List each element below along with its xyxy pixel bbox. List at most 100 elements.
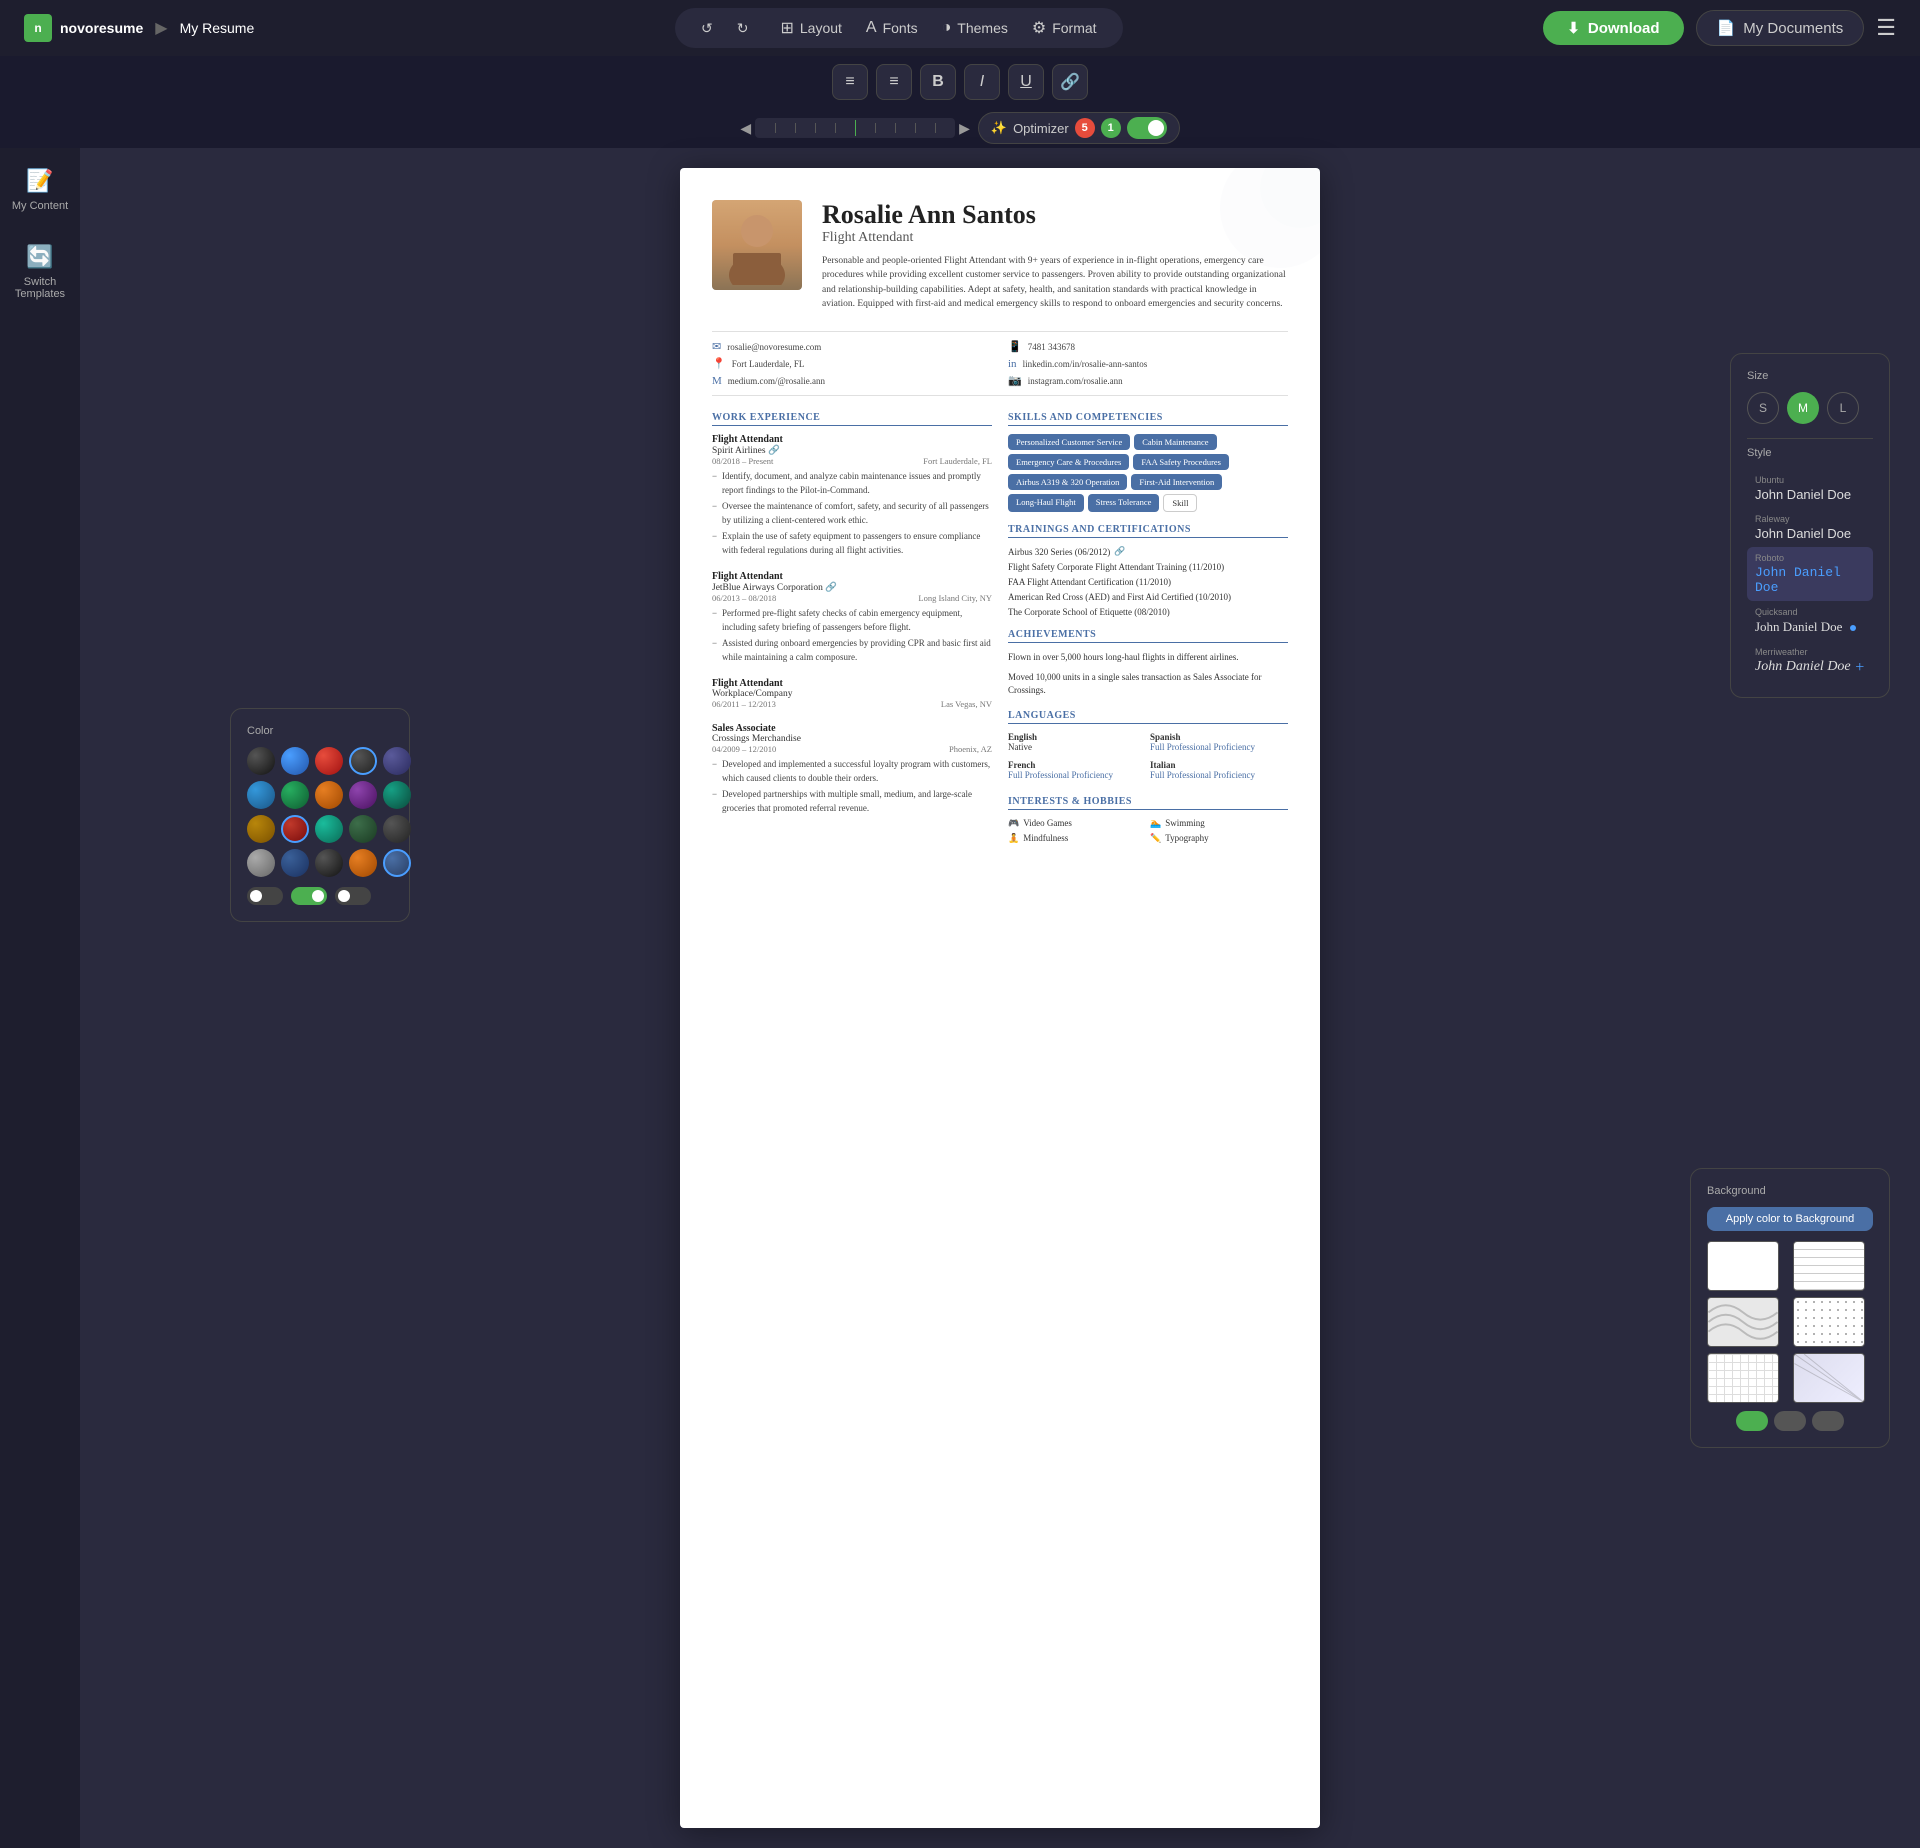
interests-grid: 🎮 Video Games 🏊 Swimming 🧘 Mindfulness <box>1008 818 1288 844</box>
color-swatch-17[interactable] <box>281 849 309 877</box>
color-swatch-3[interactable] <box>315 747 343 775</box>
font-ubuntu[interactable]: Ubuntu John Daniel Doe <box>1747 469 1873 508</box>
bullet-item: Performed pre-flight safety checks of ca… <box>712 607 992 634</box>
color-swatch-13[interactable] <box>315 815 343 843</box>
align-left-button[interactable]: ≡ <box>832 64 868 100</box>
bg-pattern-dots[interactable] <box>1793 1297 1865 1347</box>
bg-pattern-grid[interactable] <box>1707 1353 1779 1403</box>
my-documents-button[interactable]: 📄 My Documents <box>1696 10 1865 46</box>
bg-btn-2[interactable] <box>1774 1411 1806 1431</box>
interest-swimming: 🏊 Swimming <box>1150 818 1288 829</box>
format-button[interactable]: ⚙ Format <box>1022 14 1107 42</box>
achievement-2: Moved 10,000 units in a single sales tra… <box>1008 671 1288 698</box>
color-swatch-2[interactable] <box>281 747 309 775</box>
align-center-icon: ≡ <box>889 73 898 91</box>
sidebar-item-switch-templates[interactable]: 🔄 Switch Templates <box>0 244 80 300</box>
size-s-button[interactable]: S <box>1747 392 1779 424</box>
color-swatch-5[interactable] <box>383 747 411 775</box>
job-meta-2: 06/2013 – 08/2018 Long Island City, NY <box>712 593 992 603</box>
size-m-button[interactable]: M <box>1787 392 1819 424</box>
undo-icon: ↺ <box>701 20 713 37</box>
training-item-2: Flight Safety Corporate Flight Attendant… <box>1008 562 1288 572</box>
color-swatch-1[interactable] <box>247 747 275 775</box>
switch-templates-icon: 🔄 <box>26 244 53 270</box>
color-swatch-6[interactable] <box>247 781 275 809</box>
font-raleway[interactable]: Raleway John Daniel Doe <box>1747 508 1873 547</box>
color-swatch-14[interactable] <box>349 815 377 843</box>
color-swatch-11[interactable] <box>247 815 275 843</box>
apply-color-background-button[interactable]: Apply color to Background <box>1707 1207 1873 1231</box>
color-swatch-9[interactable] <box>349 781 377 809</box>
bg-pattern-diagonal[interactable] <box>1793 1353 1865 1403</box>
color-swatch-19[interactable] <box>349 849 377 877</box>
fonts-button[interactable]: A Fonts <box>856 15 928 41</box>
download-button[interactable]: ⬇ Download <box>1543 11 1683 45</box>
color-swatch-7[interactable] <box>281 781 309 809</box>
resume-photo <box>712 200 802 290</box>
contact-email: ✉ rosalie@novoresume.com <box>712 340 992 353</box>
style-popup-title: Style <box>1747 447 1873 459</box>
hamburger-menu-icon[interactable]: ☰ <box>1876 15 1896 41</box>
color-swatch-15[interactable] <box>383 815 411 843</box>
ruler-left-arrow[interactable]: ◀ <box>740 120 751 137</box>
bold-button[interactable]: B <box>920 64 956 100</box>
size-popup: Size S M L Style Ubuntu John Daniel Doe … <box>1730 353 1890 698</box>
font-roboto[interactable]: Roboto John Daniel Doe <box>1747 547 1873 601</box>
size-l-button[interactable]: L <box>1827 392 1859 424</box>
bg-pattern-waves[interactable] <box>1707 1297 1779 1347</box>
color-grid <box>247 747 393 877</box>
bg-pattern-white[interactable] <box>1707 1241 1779 1291</box>
undo-button[interactable]: ↺ <box>691 16 723 41</box>
bg-pattern-lines[interactable] <box>1793 1241 1865 1291</box>
bullet-item: Assisted during onboard emergencies by p… <box>712 637 992 664</box>
achievement-1: Flown in over 5,000 hours long-haul flig… <box>1008 651 1288 665</box>
themes-label: Themes <box>957 20 1008 36</box>
bg-btn-3[interactable] <box>1812 1411 1844 1431</box>
skill-chip-longhaul: Long-Haul Flight <box>1008 494 1084 512</box>
bg-bottom-buttons <box>1707 1411 1873 1431</box>
job-meta-4: 04/2009 – 12/2010 Phoenix, AZ <box>712 744 992 754</box>
font-active-badge <box>1850 625 1856 631</box>
color-toggle-3[interactable] <box>335 887 371 905</box>
themes-button[interactable]: ◑ Themes <box>932 15 1018 41</box>
color-swatch-4[interactable] <box>349 747 377 775</box>
color-swatch-12[interactable] <box>281 815 309 843</box>
align-center-button[interactable]: ≡ <box>876 64 912 100</box>
bg-btn-1[interactable] <box>1736 1411 1768 1431</box>
profile-image <box>712 200 802 290</box>
sidebar-item-my-content[interactable]: 📝 My Content <box>12 168 68 212</box>
optimizer-button[interactable]: ✨ Optimizer 5 1 <box>978 112 1180 144</box>
work-experience-title: WORK EXPERIENCE <box>712 412 992 426</box>
color-swatch-20[interactable] <box>383 849 411 877</box>
italic-button[interactable]: I <box>964 64 1000 100</box>
job-dates-4: 04/2009 – 12/2010 <box>712 744 776 754</box>
job-company-1: Spirit Airlines 🔗 <box>712 445 992 456</box>
ruler-right-arrow[interactable]: ▶ <box>959 120 970 137</box>
undo-redo-group: ↺ ↻ <box>691 16 758 41</box>
font-quicksand[interactable]: Quicksand John Daniel Doe <box>1747 601 1873 641</box>
color-toggle-1[interactable] <box>247 887 283 905</box>
resume-header: Rosalie Ann Santos Flight Attendant Pers… <box>712 200 1288 311</box>
email-icon: ✉ <box>712 340 721 353</box>
color-swatch-8[interactable] <box>315 781 343 809</box>
underline-button[interactable]: U <box>1008 64 1044 100</box>
color-swatch-10[interactable] <box>383 781 411 809</box>
layout-button[interactable]: ⊞ Layout <box>770 14 851 42</box>
format-icon: ⚙ <box>1032 18 1046 38</box>
my-docs-label: My Documents <box>1743 20 1843 37</box>
optimizer-toggle[interactable] <box>1127 117 1167 139</box>
redo-button[interactable]: ↻ <box>727 16 759 41</box>
contact-linkedin: in linkedin.com/in/rosalie-ann-santos <box>1008 357 1288 370</box>
font-merriweather[interactable]: Merriweather John Daniel Doe + <box>1747 641 1873 681</box>
lang-english: English Native <box>1008 732 1146 752</box>
training-link-1[interactable]: 🔗 <box>1114 546 1125 557</box>
color-toggle-2[interactable] <box>291 887 327 905</box>
logo[interactable]: n novoresume <box>24 14 143 42</box>
phone-icon: 📱 <box>1008 340 1022 353</box>
medium-icon: M <box>712 375 722 387</box>
bullet-item: Explain the use of safety equipment to p… <box>712 530 992 557</box>
color-swatch-16[interactable] <box>247 849 275 877</box>
link-button[interactable]: 🔗 <box>1052 64 1088 100</box>
job-bullets-4: Developed and implemented a successful l… <box>712 758 992 815</box>
color-swatch-18[interactable] <box>315 849 343 877</box>
